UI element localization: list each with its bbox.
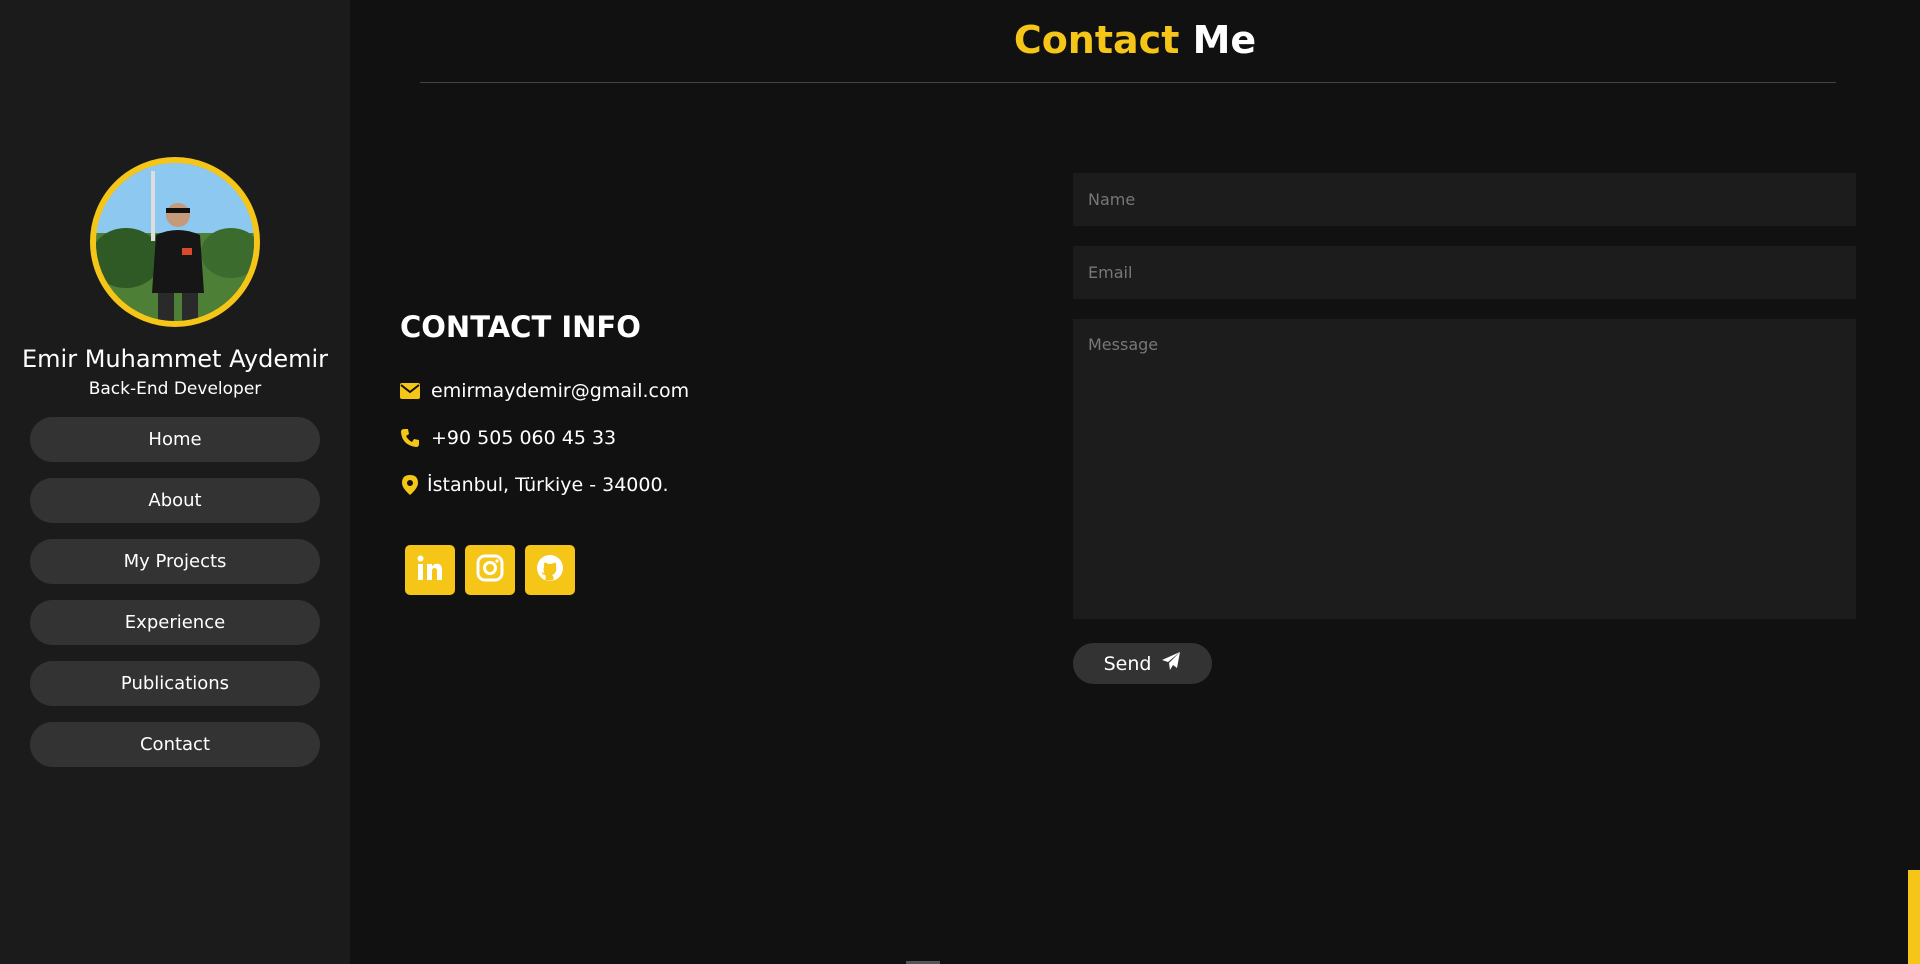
linkedin-button[interactable] [405,545,455,595]
envelope-icon [400,381,420,401]
nav-item-experience[interactable]: Experience [30,600,320,645]
message-textarea[interactable] [1073,319,1856,619]
page-title-accent: Contact [1013,18,1180,62]
profile-name: Emir Muhammet Aydemir [21,345,328,373]
nav-item-publications[interactable]: Publications [30,661,320,706]
map-marker-icon [400,475,420,495]
nav-item-my-projects[interactable]: My Projects [30,539,320,584]
title-divider [420,82,1836,83]
instagram-button[interactable] [465,545,515,595]
nav-item-about[interactable]: About [30,478,320,523]
instagram-icon [475,553,505,587]
contact-email[interactable]: emirmaydemir@gmail.com [431,380,689,402]
contact-phone-row: +90 505 060 45 33 [400,427,616,449]
github-button[interactable] [525,545,575,595]
nav-item-contact[interactable]: Contact [30,722,320,767]
github-icon [535,553,565,587]
sidebar-nav: Home About My Projects Experience Public… [30,417,320,767]
avatar [90,157,260,327]
nav-item-home[interactable]: Home [30,417,320,462]
sidebar: Emir Muhammet Aydemir Back-End Developer… [0,0,350,964]
contact-email-row: emirmaydemir@gmail.com [400,380,689,402]
scrollbar[interactable] [1905,0,1920,964]
send-button-label: Send [1103,652,1152,675]
page-title-rest: Me [1192,18,1257,62]
send-button[interactable]: Send [1073,643,1212,684]
contact-info-heading: CONTACT INFO [400,310,641,344]
name-input[interactable] [1073,173,1856,226]
phone-icon [400,428,420,448]
profile-role: Back-End Developer [88,379,262,399]
email-input[interactable] [1073,246,1856,299]
page-title: Contact Me [350,18,1920,62]
paper-plane-icon [1161,651,1181,676]
contact-address-row: İstanbul, Türkiye - 34000. [400,474,669,496]
contact-address: İstanbul, Türkiye - 34000. [427,474,669,496]
linkedin-icon [415,553,445,587]
social-links [405,545,575,595]
contact-phone[interactable]: +90 505 060 45 33 [431,427,616,449]
scrollbar-thumb[interactable] [1908,870,1920,964]
